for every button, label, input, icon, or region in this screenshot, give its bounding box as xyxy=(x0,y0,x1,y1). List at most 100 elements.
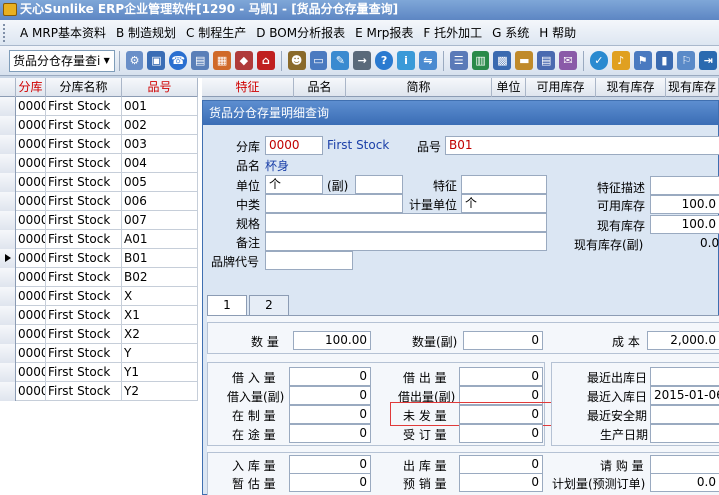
monitor-icon[interactable]: ▣ xyxy=(147,51,166,70)
table-icon[interactable]: ▥ xyxy=(471,51,490,70)
spec-field[interactable] xyxy=(265,213,547,232)
cell-warehouse-name[interactable]: First Stock xyxy=(46,154,122,173)
calendar-icon[interactable]: ▦ xyxy=(213,51,231,70)
ordered-field[interactable]: 0 xyxy=(459,424,543,443)
borrow-in-field[interactable]: 0 xyxy=(289,367,371,386)
table-row[interactable]: 0000 First Stock X1 xyxy=(0,306,198,325)
menu-mrp-basic[interactable]: A MRP基本资料 xyxy=(15,22,111,44)
chart-icon[interactable]: ▮ xyxy=(655,51,674,70)
mail-icon[interactable]: ✉ xyxy=(559,51,577,70)
cell-warehouse-name[interactable]: First Stock xyxy=(46,116,122,135)
cost-field[interactable]: 2,000.0 xyxy=(647,331,719,350)
table-row[interactable]: 0000 First Stock X xyxy=(0,287,198,306)
header-item-name[interactable]: 品名 xyxy=(294,78,346,97)
flag-icon[interactable]: ⚐ xyxy=(677,51,696,70)
cell-warehouse-name[interactable]: First Stock xyxy=(46,192,122,211)
info-icon[interactable]: i xyxy=(397,51,415,70)
header-short-name[interactable]: 简称 xyxy=(346,78,492,97)
calc-icon[interactable]: ▩ xyxy=(493,51,512,70)
network-icon[interactable]: ⚑ xyxy=(633,51,652,70)
table-row[interactable]: 0000 First Stock 005 xyxy=(0,173,198,192)
borrow-out-field[interactable]: 0 xyxy=(459,367,543,386)
table-row[interactable]: 0000 First Stock A01 xyxy=(0,230,198,249)
bell-icon[interactable]: ♪ xyxy=(611,51,630,70)
row-selector[interactable] xyxy=(0,211,16,230)
cell-item-code[interactable]: 003 xyxy=(122,135,198,154)
header-onhand-stock-2[interactable]: 现有库存 xyxy=(666,78,719,97)
plan-field[interactable]: 0.0 xyxy=(650,473,719,492)
tree-icon[interactable]: ⚙ xyxy=(125,51,144,70)
row-selector[interactable] xyxy=(0,268,16,287)
print-icon[interactable]: ▤ xyxy=(537,51,556,70)
cell-warehouse[interactable]: 0000 xyxy=(16,306,46,325)
tab-2[interactable]: 2 xyxy=(249,295,289,315)
menu-outsourcing[interactable]: F 托外加工 xyxy=(418,22,487,44)
header-feature[interactable]: 特征 xyxy=(202,78,294,97)
cell-item-code[interactable]: 001 xyxy=(122,97,198,116)
row-selector[interactable] xyxy=(0,173,16,192)
cell-item-code[interactable]: X1 xyxy=(122,306,198,325)
table-row[interactable]: 0000 First Stock B02 xyxy=(0,268,198,287)
menu-help[interactable]: H 帮助 xyxy=(534,22,581,44)
cell-warehouse[interactable]: 0000 xyxy=(16,268,46,287)
document-icon[interactable]: ▤ xyxy=(191,51,210,70)
row-selector[interactable] xyxy=(0,135,16,154)
table-row[interactable]: 0000 First Stock B01 xyxy=(0,249,198,268)
calc-unit-field[interactable]: 个 xyxy=(461,194,547,213)
exit-icon[interactable]: ⇥ xyxy=(699,51,718,70)
menu-production[interactable]: C 制程生产 xyxy=(181,22,251,44)
row-selector[interactable] xyxy=(0,154,16,173)
cell-warehouse[interactable]: 0000 xyxy=(16,211,46,230)
menu-planning[interactable]: B 制造规划 xyxy=(111,22,181,44)
cell-warehouse[interactable]: 0000 xyxy=(16,173,46,192)
header-unit[interactable]: 单位 xyxy=(492,78,526,97)
table-row[interactable]: 0000 First Stock X2 xyxy=(0,325,198,344)
note-icon[interactable]: ✎ xyxy=(331,51,350,70)
cell-warehouse[interactable]: 0000 xyxy=(16,382,46,401)
table-row[interactable]: 0000 First Stock 007 xyxy=(0,211,198,230)
last-out-field[interactable] xyxy=(650,367,719,386)
wip-field[interactable]: 0 xyxy=(289,405,371,424)
menu-system[interactable]: G 系统 xyxy=(487,22,534,44)
purchase-field[interactable] xyxy=(650,455,719,474)
table-row[interactable]: 0000 First Stock 001 xyxy=(0,97,198,116)
category-field[interactable] xyxy=(265,194,403,213)
cell-item-code[interactable]: X2 xyxy=(122,325,198,344)
cell-item-code[interactable]: 002 xyxy=(122,116,198,135)
row-selector[interactable] xyxy=(0,306,16,325)
last-safe-field[interactable] xyxy=(650,405,719,424)
cart-icon[interactable]: ⇋ xyxy=(418,51,437,70)
tab-1[interactable]: 1 xyxy=(207,295,247,316)
cell-warehouse-name[interactable]: First Stock xyxy=(46,249,122,268)
brand-field[interactable] xyxy=(265,251,353,270)
row-selector[interactable] xyxy=(0,192,16,211)
phone-icon[interactable]: ☎ xyxy=(169,51,188,70)
onhand-stock-field[interactable]: 100.0 xyxy=(650,215,719,234)
cell-item-code[interactable]: Y xyxy=(122,344,198,363)
function-select[interactable]: 货品分仓存量查i ▼ xyxy=(9,49,115,72)
row-selector[interactable] xyxy=(0,230,16,249)
cell-warehouse[interactable]: 0000 xyxy=(16,192,46,211)
cell-warehouse-name[interactable]: First Stock xyxy=(46,268,122,287)
cell-warehouse[interactable]: 0000 xyxy=(16,249,46,268)
cell-item-code[interactable]: 004 xyxy=(122,154,198,173)
cell-warehouse[interactable]: 0000 xyxy=(16,135,46,154)
available-stock-field[interactable]: 100.0 xyxy=(650,195,719,214)
arrow-right-icon[interactable]: → xyxy=(353,51,372,70)
cell-warehouse-name[interactable]: First Stock xyxy=(46,230,122,249)
row-selector[interactable] xyxy=(0,382,16,401)
row-selector[interactable] xyxy=(0,116,16,135)
users-icon[interactable]: ☻ xyxy=(287,51,306,70)
cell-warehouse-name[interactable]: First Stock xyxy=(46,363,122,382)
cell-warehouse[interactable]: 0000 xyxy=(16,344,46,363)
cell-warehouse-name[interactable]: First Stock xyxy=(46,306,122,325)
table-row[interactable]: 0000 First Stock Y2 xyxy=(0,382,198,401)
in-qty-field[interactable]: 0 xyxy=(289,455,371,474)
cell-warehouse[interactable]: 0000 xyxy=(16,154,46,173)
home-icon[interactable]: ⌂ xyxy=(256,51,275,70)
cell-warehouse-name[interactable]: First Stock xyxy=(46,382,122,401)
row-selector[interactable] xyxy=(0,325,16,344)
window-icon[interactable]: ▭ xyxy=(309,51,328,70)
cell-warehouse[interactable]: 0000 xyxy=(16,325,46,344)
cell-item-code[interactable]: 007 xyxy=(122,211,198,230)
